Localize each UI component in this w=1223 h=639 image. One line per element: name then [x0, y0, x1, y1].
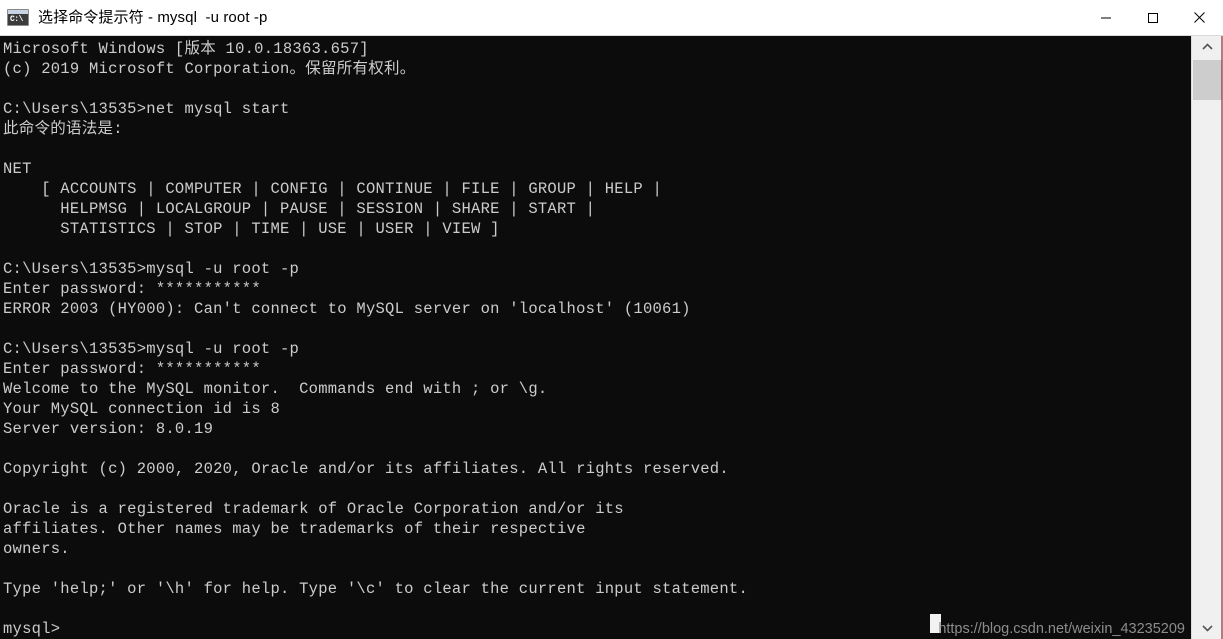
minimize-button[interactable] [1082, 0, 1129, 35]
titlebar[interactable]: C:\ 选择命令提示符 - mysql -u root -p [0, 0, 1223, 36]
watermark-url: https://blog.csdn.net/weixin_43235209 [938, 621, 1185, 637]
vertical-scrollbar[interactable] [1191, 36, 1223, 639]
maximize-button[interactable] [1129, 0, 1176, 35]
close-button[interactable] [1176, 0, 1223, 35]
scroll-thumb[interactable] [1193, 60, 1222, 100]
scroll-up-arrow-icon[interactable] [1192, 36, 1223, 58]
command-prompt-window: C:\ 选择命令提示符 - mysql -u root -p Microsoft… [0, 0, 1223, 639]
window-controls [1082, 0, 1223, 35]
console-text: Microsoft Windows [版本 10.0.18363.657] (c… [3, 40, 749, 638]
console-icon: C:\ [7, 9, 29, 26]
window-title: 选择命令提示符 - mysql -u root -p [38, 8, 268, 26]
terminal-output-area[interactable]: Microsoft Windows [版本 10.0.18363.657] (c… [0, 36, 1191, 639]
scroll-down-arrow-icon[interactable] [1192, 617, 1223, 639]
console-icon-glyph: C:\ [10, 15, 23, 24]
